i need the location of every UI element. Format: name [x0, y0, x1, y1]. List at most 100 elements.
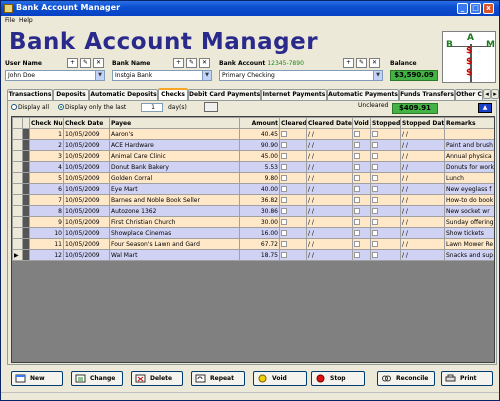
stopped-date-cell[interactable]: / /: [400, 205, 445, 217]
table-row[interactable]: 9 10/05/2009 First Christian Church 30.00 / …: [12, 216, 494, 228]
amount-cell[interactable]: 67.72: [239, 238, 280, 250]
cleared-checkbox[interactable]: [279, 172, 307, 184]
display-all-option[interactable]: Display all: [11, 104, 49, 111]
cleared-checkbox[interactable]: [279, 238, 307, 250]
cleared-checkbox[interactable]: [279, 205, 307, 217]
tab-internet-payments[interactable]: Internet Payments: [261, 89, 327, 100]
cleared-checkbox[interactable]: [279, 227, 307, 239]
payee-cell[interactable]: Barnes and Noble Book Seller: [109, 194, 240, 206]
column-cleared[interactable]: Cleared: [279, 117, 307, 129]
void-checkbox[interactable]: [352, 249, 371, 261]
cleared-checkbox[interactable]: [279, 194, 307, 206]
maximize-button[interactable]: □: [470, 3, 481, 14]
check-date-cell[interactable]: 10/05/2009: [63, 249, 110, 261]
stopped-checkbox[interactable]: [370, 183, 401, 195]
stopped-checkbox-box[interactable]: [372, 141, 378, 148]
check-date-cell[interactable]: 10/05/2009: [63, 205, 110, 217]
tab-automatic-deposits[interactable]: Automatic Deposits: [89, 89, 158, 100]
reconcile-button[interactable]: Reconcile: [377, 371, 435, 386]
stopped-checkbox[interactable]: [370, 172, 401, 184]
row-marker[interactable]: [22, 161, 30, 173]
payee-cell[interactable]: Golden Corral: [109, 172, 240, 184]
stopped-date-cell[interactable]: / /: [400, 194, 445, 206]
cleared-date-cell[interactable]: / /: [306, 183, 353, 195]
user-edit-icon[interactable]: ✎: [80, 58, 91, 68]
stopped-checkbox-box[interactable]: [372, 152, 378, 159]
stopped-checkbox[interactable]: [370, 238, 401, 250]
row-selector[interactable]: ▶: [12, 249, 23, 261]
stopped-checkbox[interactable]: [370, 139, 401, 151]
void-checkbox[interactable]: [352, 161, 371, 173]
cleared-checkbox-box[interactable]: [281, 163, 287, 170]
printer-icon[interactable]: [204, 102, 218, 112]
amount-cell[interactable]: 30.86: [239, 205, 280, 217]
days-stepper[interactable]: 1: [141, 103, 163, 112]
amount-cell[interactable]: 40.45: [239, 128, 280, 140]
tab-deposits[interactable]: Deposits: [53, 89, 89, 100]
row-selector[interactable]: [12, 161, 23, 173]
amount-cell[interactable]: 90.90: [239, 139, 280, 151]
stopped-checkbox[interactable]: [370, 150, 401, 162]
account-delete-icon[interactable]: ✕: [369, 58, 380, 68]
chevron-down-icon[interactable]: ▼: [373, 71, 382, 80]
column-stopped[interactable]: Stopped: [370, 117, 401, 129]
column-cleared-date[interactable]: Cleared Date: [306, 117, 353, 129]
stopped-checkbox[interactable]: [370, 194, 401, 206]
payee-cell[interactable]: Animal Care Clinic: [109, 150, 240, 162]
cleared-checkbox[interactable]: [279, 161, 307, 173]
row-marker[interactable]: [22, 128, 30, 140]
stopped-date-cell[interactable]: / /: [400, 249, 445, 261]
row-selector[interactable]: [12, 205, 23, 217]
void-button[interactable]: Void: [253, 371, 307, 386]
user-name-select[interactable]: John Doe ▼: [5, 70, 105, 81]
column-amount[interactable]: Amount: [239, 117, 280, 129]
amount-cell[interactable]: 40.00: [239, 183, 280, 195]
column-check-num[interactable]: Check Num: [29, 117, 64, 129]
check-num-cell[interactable]: 7: [29, 194, 64, 206]
check-date-cell[interactable]: 10/05/2009: [63, 139, 110, 151]
change-button[interactable]: Change: [71, 371, 123, 386]
void-checkbox[interactable]: [352, 150, 371, 162]
cleared-checkbox-box[interactable]: [281, 240, 287, 247]
row-marker[interactable]: [22, 183, 30, 195]
cleared-checkbox[interactable]: [279, 150, 307, 162]
stopped-date-cell[interactable]: / /: [400, 183, 445, 195]
tab-transactions[interactable]: Transactions: [7, 89, 53, 100]
column-payee[interactable]: Payee: [109, 117, 240, 129]
minimize-button[interactable]: _: [457, 3, 468, 14]
table-row[interactable]: 3 10/05/2009 Animal Care Clinic 45.00 / / / /…: [12, 150, 494, 162]
stopped-checkbox-box[interactable]: [372, 185, 378, 192]
cleared-checkbox[interactable]: [279, 183, 307, 195]
chevron-down-icon[interactable]: ▼: [95, 71, 104, 80]
row-selector[interactable]: [12, 128, 23, 140]
remarks-cell[interactable]: Annual physica: [444, 150, 494, 162]
void-checkbox[interactable]: [352, 183, 371, 195]
check-num-cell[interactable]: 8: [29, 205, 64, 217]
check-num-cell[interactable]: 4: [29, 161, 64, 173]
stopped-checkbox[interactable]: [370, 128, 401, 140]
cleared-date-cell[interactable]: / /: [306, 194, 353, 206]
check-num-cell[interactable]: 1: [29, 128, 64, 140]
row-selector[interactable]: [12, 139, 23, 151]
checks-grid[interactable]: Check Num Check Date Payee Amount Cleare…: [11, 116, 495, 363]
check-date-cell[interactable]: 10/05/2009: [63, 216, 110, 228]
payee-cell[interactable]: Aaron's: [109, 128, 240, 140]
check-num-cell[interactable]: 10: [29, 227, 64, 239]
close-button[interactable]: x: [483, 3, 494, 14]
display-last-radio[interactable]: [58, 104, 64, 110]
stopped-date-cell[interactable]: / /: [400, 172, 445, 184]
user-add-icon[interactable]: +: [67, 58, 78, 68]
remarks-cell[interactable]: How-to do book: [444, 194, 494, 206]
tab-other[interactable]: Other C: [455, 89, 483, 100]
table-row[interactable]: 10 10/05/2009 Showplace Cinemas 16.00 / / / /…: [12, 227, 494, 239]
stopped-checkbox[interactable]: [370, 205, 401, 217]
void-checkbox[interactable]: [352, 194, 371, 206]
cleared-checkbox[interactable]: [279, 139, 307, 151]
table-row[interactable]: 5 10/05/2009 Golden Corral 9.80/ / / / Lunch: [12, 172, 494, 184]
cleared-date-cell[interactable]: / /: [306, 150, 353, 162]
table-row[interactable]: 8 10/05/2009 Autozone 1362 30.86/ / / / New s…: [12, 205, 494, 217]
cleared-checkbox[interactable]: [279, 249, 307, 261]
void-checkbox-box[interactable]: [354, 240, 360, 247]
stopped-checkbox-box[interactable]: [372, 218, 378, 225]
account-edit-icon[interactable]: ✎: [356, 58, 367, 68]
